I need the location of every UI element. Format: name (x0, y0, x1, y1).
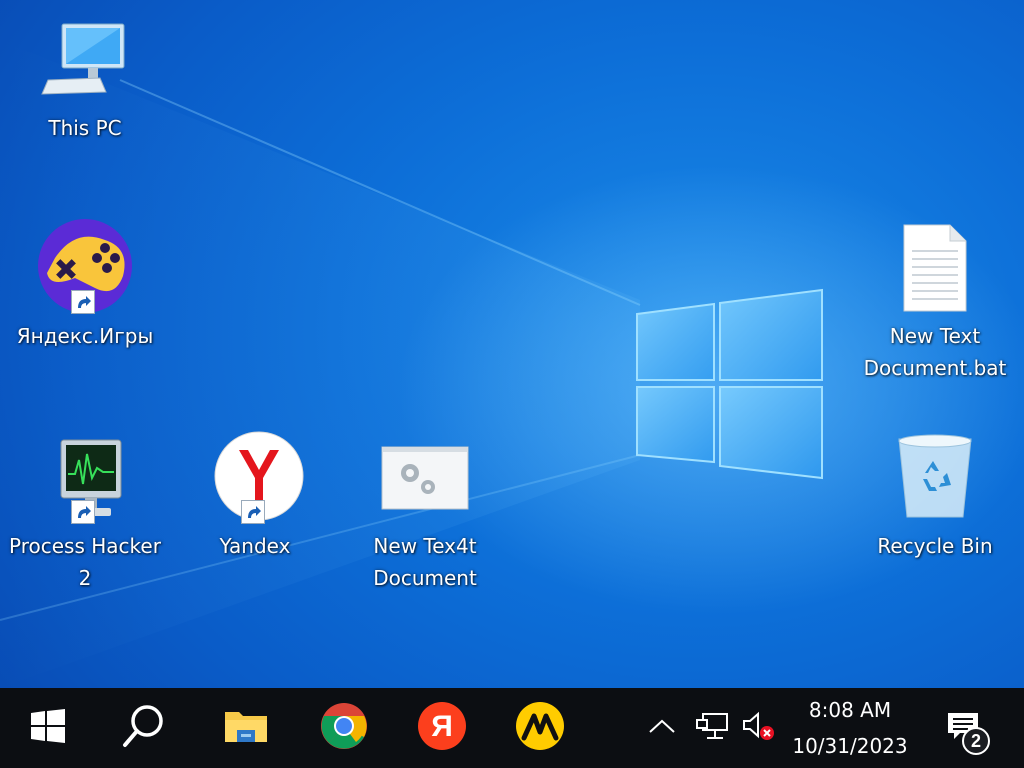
desktop-icon-label: Process Hacker 2 (9, 534, 161, 590)
start-button[interactable] (0, 688, 96, 768)
desktop-icon-yandex[interactable]: Yandex (170, 428, 340, 562)
taskbar: Я 8:08 AM 10/31/2023 2 (0, 688, 1024, 768)
settings-file-icon (375, 428, 475, 528)
desktop-icon-label: New Text Document.bat (863, 324, 1007, 380)
yandex-games-icon (35, 218, 135, 318)
show-hidden-icons-button[interactable] (644, 688, 680, 768)
action-center-button[interactable]: 2 (930, 688, 994, 768)
desktop[interactable]: This PC Яндекс.Игры Process Hacker 2 Yan… (0, 0, 1024, 688)
notification-count-badge: 2 (962, 727, 990, 755)
search-button[interactable] (96, 688, 192, 768)
shortcut-arrow-icon (71, 290, 95, 314)
computer-icon (35, 10, 135, 110)
desktop-icon-process-hacker[interactable]: Process Hacker 2 (0, 428, 170, 594)
chevron-up-icon (648, 718, 676, 738)
yandex-icon: Я (418, 702, 466, 754)
recycle-bin-icon (885, 428, 985, 528)
desktop-icon-label: New Tex4t Document (373, 534, 477, 590)
windows-logo-light (636, 288, 823, 480)
clock-date: 10/31/2023 (792, 734, 908, 758)
svg-text:Я: Я (431, 710, 453, 743)
shortcut-arrow-icon (241, 500, 265, 524)
volume-muted-icon (740, 711, 776, 745)
network-status[interactable] (690, 688, 734, 768)
windows-logo-icon (31, 709, 65, 747)
volume-control[interactable] (738, 688, 778, 768)
folder-icon (223, 706, 269, 750)
shortcut-arrow-icon (71, 500, 95, 524)
yandex-browser-icon (205, 428, 305, 528)
yandex-button[interactable]: Я (394, 688, 490, 768)
text-document-icon (885, 218, 985, 318)
desktop-icon-new-text-document-bat[interactable]: New Text Document.bat (850, 218, 1020, 384)
notification-icon: 2 (940, 705, 990, 755)
search-icon (121, 703, 167, 753)
chrome-icon (320, 702, 368, 754)
chrome-button[interactable] (296, 688, 392, 768)
desktop-icon-label: Yandex (219, 534, 291, 558)
desktop-icon-label: This PC (48, 116, 122, 140)
yandex-market-button[interactable] (492, 688, 588, 768)
clock-time: 8:08 AM (808, 698, 892, 722)
desktop-icon-label: Яндекс.Игры (16, 324, 154, 348)
desktop-icon-recycle-bin[interactable]: Recycle Bin (850, 428, 1020, 562)
file-explorer-button[interactable] (198, 688, 294, 768)
desktop-icon-yandex-games[interactable]: Яндекс.Игры (0, 218, 170, 352)
desktop-icon-new-tex4t-document[interactable]: New Tex4t Document (340, 428, 510, 594)
network-icon (695, 711, 729, 745)
yandex-market-icon (516, 702, 564, 754)
process-hacker-icon (35, 428, 135, 528)
desktop-icon-label: Recycle Bin (877, 534, 993, 558)
desktop-icon-this-pc[interactable]: This PC (0, 10, 170, 144)
clock[interactable]: 8:08 AM 10/31/2023 (780, 688, 920, 768)
